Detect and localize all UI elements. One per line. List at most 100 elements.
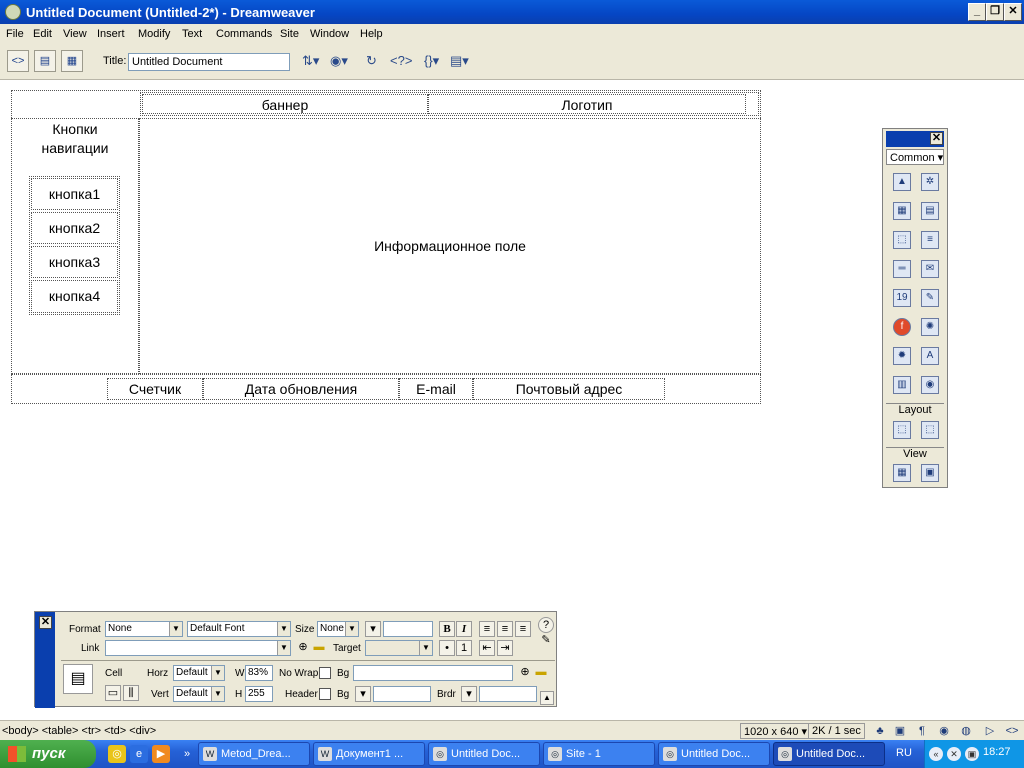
ordered-list-icon[interactable]: 1 <box>456 640 472 656</box>
bg-color-swatch[interactable]: ▾ <box>355 686 371 702</box>
refresh-icon[interactable]: ↻ <box>366 53 377 69</box>
merge-cells-icon[interactable]: ▭ <box>105 685 121 701</box>
css-styles-icon[interactable]: ◉ <box>936 723 952 739</box>
task-untitled-doc-3[interactable]: ◎ Untitled Doc... <box>773 742 885 766</box>
insert-tabular-data-icon[interactable]: ▤ <box>921 202 939 220</box>
behaviors-icon[interactable]: ◍ <box>958 723 974 739</box>
email-link-icon[interactable]: ✉ <box>921 260 939 278</box>
timelines-icon[interactable]: ▷ <box>982 723 998 739</box>
bg-image-input[interactable] <box>353 665 513 681</box>
text-color-input[interactable] <box>383 621 433 637</box>
quick-tag-editor-icon[interactable]: ✎ <box>538 633 554 649</box>
banner-cell[interactable]: баннер <box>142 94 428 114</box>
quicklaunch-ie-icon[interactable]: e <box>130 745 148 763</box>
split-view-icon[interactable]: ▤ <box>34 50 56 72</box>
insert-category-select[interactable]: Common ▾ <box>886 149 944 165</box>
italic-button[interactable]: I <box>456 621 472 637</box>
html-styles-icon[interactable]: ¶ <box>914 723 930 739</box>
quicklaunch-more-icon[interactable]: » <box>178 745 196 763</box>
point-to-file-icon[interactable]: ⊕ <box>295 640 311 656</box>
menu-window[interactable]: Window <box>310 28 349 40</box>
align-right-icon[interactable]: ≡ <box>515 621 531 637</box>
view-options-icon[interactable]: ▤▾ <box>450 53 469 69</box>
nowrap-checkbox[interactable] <box>319 667 331 679</box>
width-input[interactable]: 83% <box>245 665 273 681</box>
start-button[interactable]: пуск <box>0 740 96 768</box>
reference-icon[interactable]: <?> <box>390 53 412 68</box>
size-select[interactable]: None ▼ <box>317 621 359 637</box>
help-icon[interactable]: ? <box>538 617 554 633</box>
close-window-button[interactable]: ✕ <box>1004 3 1022 21</box>
align-left-icon[interactable]: ≡ <box>479 621 495 637</box>
bg-point-to-file-icon[interactable]: ⊕ <box>517 665 533 681</box>
code-navigation-icon[interactable]: {}▾ <box>424 53 439 69</box>
browse-folder-icon[interactable]: ▬ <box>311 640 327 656</box>
info-field-cell[interactable]: Информационное поле <box>139 118 761 374</box>
flash-icon[interactable]: f <box>893 318 911 336</box>
menu-help[interactable]: Help <box>360 28 383 40</box>
assets-icon[interactable]: ▣ <box>892 723 908 739</box>
navigation-bar-icon[interactable]: ≡ <box>921 231 939 249</box>
property-inspector-close-button[interactable]: ✕ <box>39 616 52 629</box>
border-color-input[interactable] <box>479 686 537 702</box>
fireworks-html-icon[interactable]: A <box>921 347 939 365</box>
postal-address-cell[interactable]: Почтовый адрес <box>473 378 665 400</box>
vert-select[interactable]: Default ▼ <box>173 686 225 702</box>
page-title-input[interactable] <box>128 53 290 71</box>
tray-back-icon[interactable]: « <box>929 747 943 761</box>
minimize-button[interactable]: _ <box>968 3 986 21</box>
link-input[interactable]: ▼ <box>105 640 291 656</box>
font-select[interactable]: Default Font ▼ <box>187 621 291 637</box>
site-icon[interactable]: ♣ <box>872 723 888 739</box>
insert-image-icon[interactable]: ▲ <box>893 173 911 191</box>
tabular-data-icon[interactable]: ✎ <box>921 289 939 307</box>
quicklaunch-media-icon[interactable]: ▶ <box>152 745 170 763</box>
file-management-icon[interactable]: ⇅▾ <box>302 53 319 69</box>
counter-cell[interactable]: Счетчик <box>107 378 203 400</box>
email-cell[interactable]: E-mail <box>399 378 473 400</box>
insert-rollover-icon[interactable]: ✲ <box>921 173 939 191</box>
tray-network-icon[interactable]: ✕ <box>947 747 961 761</box>
nav-button-2[interactable]: кнопка2 <box>31 212 118 244</box>
nav-button-1[interactable]: кнопка1 <box>31 178 118 210</box>
task-metod-dreamweaver[interactable]: W Metod_Drea... <box>198 742 310 766</box>
outdent-icon[interactable]: ⇤ <box>479 640 495 656</box>
horizontal-rule-icon[interactable]: ═ <box>893 260 911 278</box>
target-select[interactable]: ▼ <box>365 640 433 656</box>
flash-text-icon[interactable]: ✹ <box>893 347 911 365</box>
preview-browser-icon[interactable]: ◉▾ <box>330 53 348 69</box>
quicklaunch-dreamweaver-icon[interactable]: ◎ <box>108 745 126 763</box>
horz-select[interactable]: Default ▼ <box>173 665 225 681</box>
split-cell-icon[interactable]: ⫼ <box>123 685 139 701</box>
layout-table-icon[interactable]: ⬚ <box>893 421 911 439</box>
header-checkbox[interactable] <box>319 688 331 700</box>
date-icon[interactable]: 19 <box>893 289 911 307</box>
language-indicator[interactable]: RU <box>896 747 912 759</box>
menu-site[interactable]: Site <box>280 28 299 40</box>
task-untitled-doc-1[interactable]: ◎ Untitled Doc... <box>428 742 540 766</box>
standard-view-icon[interactable]: ▦ <box>893 464 911 482</box>
task-untitled-doc-2[interactable]: ◎ Untitled Doc... <box>658 742 770 766</box>
task-site-1[interactable]: ◎ Site - 1 <box>543 742 655 766</box>
restore-button[interactable]: ❐ <box>986 3 1004 21</box>
task-document1[interactable]: W Документ1 ... <box>313 742 425 766</box>
menu-insert[interactable]: Insert <box>97 28 125 40</box>
generator-icon[interactable]: ▥ <box>893 376 911 394</box>
draw-layer-icon[interactable]: ⬚ <box>893 231 911 249</box>
flash-button-icon[interactable]: ✺ <box>921 318 939 336</box>
bg-browse-folder-icon[interactable]: ▬ <box>533 665 549 681</box>
design-view-icon[interactable]: ▦ <box>61 50 83 72</box>
align-center-icon[interactable]: ≡ <box>497 621 513 637</box>
code-view-icon[interactable]: <> <box>7 50 29 72</box>
nav-button-4[interactable]: кнопка4 <box>31 280 118 313</box>
menu-file[interactable]: File <box>6 28 24 40</box>
update-date-cell[interactable]: Дата обновления <box>203 378 399 400</box>
insert-panel-close-button[interactable]: ✕ <box>930 132 943 145</box>
indent-icon[interactable]: ⇥ <box>497 640 513 656</box>
shockwave-icon[interactable]: ◉ <box>921 376 939 394</box>
dreamweaver-app-icon[interactable] <box>5 4 21 20</box>
menu-view[interactable]: View <box>63 28 87 40</box>
border-color-swatch[interactable]: ▾ <box>461 686 477 702</box>
insert-table-icon[interactable]: ▦ <box>893 202 911 220</box>
text-color-swatch[interactable]: ▾ <box>365 621 381 637</box>
